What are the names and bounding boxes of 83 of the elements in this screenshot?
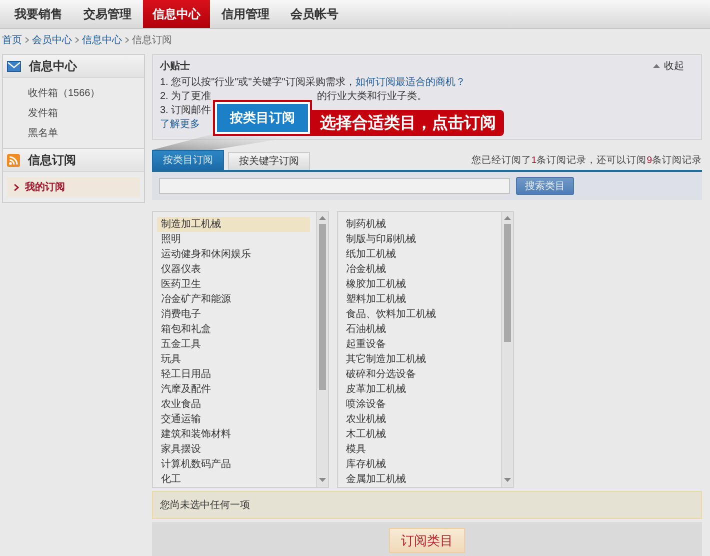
list-item[interactable]: 塑料加工机械 xyxy=(342,292,495,307)
scrollbar[interactable] xyxy=(316,212,328,487)
list-item[interactable]: 食品、饮料加工机械 xyxy=(342,307,495,322)
list-item[interactable]: 破碎和分选设备 xyxy=(342,367,495,382)
callout-label: 选择合适类目，点击订阅 xyxy=(312,110,504,136)
list-item[interactable]: 纸加工机械 xyxy=(342,247,495,262)
quota-text: 您已经订阅了 1条订阅记录，还可以订阅 9条订阅记录 xyxy=(471,154,702,166)
list-item[interactable]: 医药卫生 xyxy=(157,277,310,292)
scroll-thumb[interactable] xyxy=(319,224,326,390)
tip-link[interactable]: 如何订阅最适合的商机？ xyxy=(355,75,466,89)
list-item[interactable]: 玩具 xyxy=(157,352,310,367)
list-item[interactable]: 木工机械 xyxy=(342,427,495,442)
nav-tab[interactable]: 交易管理 xyxy=(74,0,141,28)
nav-tab[interactable]: 会员帐号 xyxy=(281,0,348,28)
list-item[interactable]: 仪器仪表 xyxy=(157,262,310,277)
list-item[interactable]: 皮革加工机械 xyxy=(342,382,495,397)
list-item[interactable]: 消费电子 xyxy=(157,307,310,322)
category-list[interactable]: 制造加工机械 照明 运动健身和休闲娱乐 仪器仪表 医药卫生 冶金矿产和能源 消费电子 箱包和礼盒 五金工具 玩具 轻工日用品 汽摩及配件 农业食品 交通运输 建筑和装饰材料 家具摆设 计算机数码产品 化工 xyxy=(152,211,329,488)
tip-link[interactable]: 了解更多 xyxy=(160,117,200,131)
collapse-link[interactable]: 收起 xyxy=(653,59,684,73)
list-item[interactable]: 箱包和礼盒 xyxy=(157,322,310,337)
status-message: 您尚未选中任何一项 xyxy=(160,498,250,512)
list-item[interactable]: 汽摩及配件 xyxy=(157,382,310,397)
list-item[interactable]: 轻工日用品 xyxy=(157,367,310,382)
up-arrow-icon[interactable] xyxy=(319,216,326,220)
search-field[interactable] xyxy=(159,178,510,194)
list-item[interactable]: 化工 xyxy=(157,472,310,487)
list-item[interactable]: 起重设备 xyxy=(342,337,495,352)
list-item[interactable]: 建筑和装饰材料 xyxy=(157,427,310,442)
list-item[interactable]: 家具摆设 xyxy=(157,442,310,457)
list-item[interactable]: 橡胶加工机械 xyxy=(342,277,495,292)
rss-icon xyxy=(7,154,20,166)
section-title: 信息中心 xyxy=(29,58,77,74)
menu-item[interactable]: 发件箱 xyxy=(7,103,140,123)
menu-item[interactable]: 收件箱（1566） xyxy=(7,83,140,103)
list-item[interactable]: 农业食品 xyxy=(157,397,310,412)
list-item[interactable]: 模具 xyxy=(342,442,495,457)
section-title: 信息订阅 xyxy=(28,152,76,168)
list-item[interactable]: 制版与印刷机械 xyxy=(342,232,495,247)
nav-tab[interactable]: 信用管理 xyxy=(212,0,279,28)
tab[interactable]: 按关键字订阅 xyxy=(228,152,310,170)
chevron-icon xyxy=(14,184,19,190)
separator-icon xyxy=(25,36,29,42)
list-item[interactable]: 制造加工机械 xyxy=(157,217,310,232)
list-item[interactable]: 计算机数码产品 xyxy=(157,457,310,472)
down-arrow-icon[interactable] xyxy=(504,478,511,482)
mail-icon xyxy=(7,60,21,72)
nav-tab[interactable]: 信息中心 xyxy=(143,0,210,28)
list-item[interactable]: 其它制造加工机械 xyxy=(342,352,495,367)
scrollbar[interactable] xyxy=(501,212,513,487)
caret-icon xyxy=(653,64,660,68)
tip-text: 1. 您可以按"行业"或"关键字"订阅采购需求， xyxy=(160,76,356,89)
list-item[interactable]: 农业机械 xyxy=(342,412,495,427)
scroll-thumb[interactable] xyxy=(504,224,511,342)
breadcrumb-current: 信息订阅 xyxy=(132,34,172,46)
tip-text: 2. 为了更准 xyxy=(160,90,212,103)
tips-title: 小贴士 xyxy=(160,60,190,73)
list-item[interactable]: 喷涂设备 xyxy=(342,397,495,412)
list-item[interactable]: 五金工具 xyxy=(157,337,310,352)
separator-icon xyxy=(125,36,129,42)
list-item[interactable]: 照明 xyxy=(157,232,310,247)
subscribe-button[interactable]: 订阅类目 xyxy=(389,528,465,553)
down-arrow-icon[interactable] xyxy=(319,478,326,482)
list-item[interactable]: 石油机械 xyxy=(342,322,495,337)
list-item[interactable]: 制药机械 xyxy=(342,217,495,232)
category-list[interactable]: 制药机械 制版与印刷机械 纸加工机械 冶金机械 橡胶加工机械 塑料加工机械 食品、饮料加工机械 石油机械 起重设备 其它制造加工机械 破碎和分选设备 皮革加工机械 喷涂设备 农业机械 木工机械 模具 库存机械 金属加工机械 xyxy=(337,211,514,488)
list-item[interactable]: 交通运输 xyxy=(157,412,310,427)
breadcrumb-link[interactable]: 信息中心 xyxy=(82,32,122,46)
list-item[interactable]: 运动健身和休闲娱乐 xyxy=(157,247,310,262)
menu-item[interactable]: 黑名单 xyxy=(7,123,140,143)
tip-text: 的行业大类和行业子类。 xyxy=(317,90,428,103)
list-item[interactable]: 金属加工机械 xyxy=(342,472,495,487)
nav-tab[interactable]: 我要销售 xyxy=(5,0,72,28)
up-arrow-icon[interactable] xyxy=(504,216,511,220)
menu-item[interactable]: 我的订阅 xyxy=(7,177,140,197)
separator-icon xyxy=(75,36,79,42)
list-item[interactable]: 冶金机械 xyxy=(342,262,495,277)
tip-text: 3. 订阅邮件 xyxy=(160,104,212,117)
list-item[interactable]: 冶金矿产和能源 xyxy=(157,292,310,307)
list-item[interactable]: 库存机械 xyxy=(342,457,495,472)
breadcrumb-link[interactable]: 首页 xyxy=(2,32,22,46)
tab[interactable]: 按类目订阅 xyxy=(152,150,224,170)
breadcrumb-link[interactable]: 会员中心 xyxy=(32,32,72,46)
